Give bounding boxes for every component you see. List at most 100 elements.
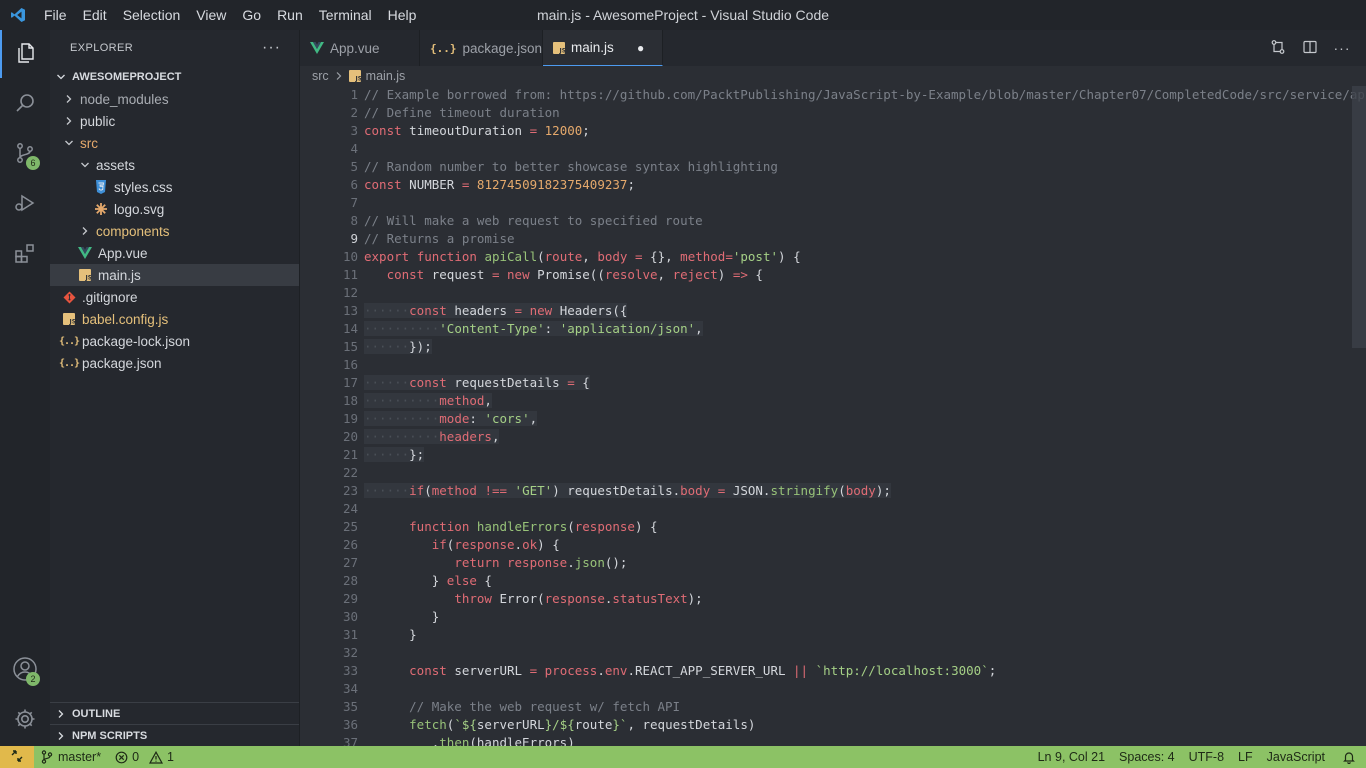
explorer-activity[interactable] xyxy=(0,30,50,78)
code-line[interactable]: } xyxy=(364,608,1364,626)
extensions-activity[interactable] xyxy=(0,230,50,278)
file-tree-item[interactable]: components xyxy=(50,220,299,242)
menu-edit[interactable]: Edit xyxy=(75,0,115,30)
vertical-scrollbar[interactable] xyxy=(1352,86,1366,348)
code-line[interactable]: ··········headers, xyxy=(364,428,1364,446)
language-mode[interactable]: JavaScript xyxy=(1260,746,1332,768)
code-line[interactable]: // Example borrowed from: https://github… xyxy=(364,86,1366,104)
code-line[interactable]: const NUMBER = 81274509182375409237; xyxy=(364,176,1364,194)
menu-run[interactable]: Run xyxy=(269,0,311,30)
code-line[interactable]: if(response.ok) { xyxy=(364,536,1364,554)
search-activity[interactable] xyxy=(0,80,50,128)
explorer-header: EXPLORER ··· xyxy=(50,30,299,66)
file-tree-item[interactable]: assets xyxy=(50,154,299,176)
code-line[interactable] xyxy=(364,500,1364,518)
file-tree-item[interactable]: src xyxy=(50,132,299,154)
open-changes-button[interactable] xyxy=(1262,30,1294,66)
more-actions-button[interactable]: ··· xyxy=(1326,30,1358,66)
code-line[interactable]: ······}); xyxy=(364,338,1364,356)
file-tree-item[interactable]: JS babel.config.js xyxy=(50,308,299,330)
code-token: 'application/json' xyxy=(559,321,696,336)
npm-scripts-section[interactable]: NPM SCRIPTS xyxy=(50,724,299,746)
code-line[interactable]: .then(handleErrors) xyxy=(364,734,1364,746)
code-token: ) { xyxy=(778,249,801,264)
code-line[interactable]: const timeoutDuration = 12000; xyxy=(364,122,1364,140)
menu-view[interactable]: View xyxy=(188,0,234,30)
extensions-icon xyxy=(13,241,37,268)
code-line[interactable]: return response.json(); xyxy=(364,554,1364,572)
encoding[interactable]: UTF-8 xyxy=(1182,746,1231,768)
file-tree-item[interactable]: JS main.js xyxy=(50,264,299,286)
menu-terminal[interactable]: Terminal xyxy=(311,0,380,30)
svg-text:JS: JS xyxy=(69,319,76,326)
code-line[interactable] xyxy=(364,644,1364,662)
code-token: , requestDetails) xyxy=(627,717,756,732)
code-line[interactable]: throw Error(response.statusText); xyxy=(364,590,1364,608)
file-tree-item[interactable]: node_modules xyxy=(50,88,299,110)
code-line[interactable]: ··········mode: 'cors', xyxy=(364,410,1364,428)
menu-selection[interactable]: Selection xyxy=(115,0,189,30)
problems-status[interactable]: 0 1 xyxy=(108,746,181,768)
branch-status[interactable]: master* xyxy=(34,746,108,768)
code-token: body xyxy=(680,483,711,498)
source-control-activity[interactable]: 6 xyxy=(0,130,50,178)
code-line[interactable] xyxy=(364,680,1364,698)
code-line[interactable]: ··········method, xyxy=(364,392,1364,410)
menu-file[interactable]: File xyxy=(36,0,75,30)
file-tree-item[interactable]: public xyxy=(50,110,299,132)
menu-help[interactable]: Help xyxy=(380,0,425,30)
code-line[interactable]: ······const headers = new Headers({ xyxy=(364,302,1364,320)
unsaved-dot-icon[interactable]: ● xyxy=(637,41,644,55)
split-editor-button[interactable] xyxy=(1294,30,1326,66)
code-line[interactable]: // Define timeout duration xyxy=(364,104,1364,122)
manage-activity[interactable] xyxy=(0,696,50,744)
code-line[interactable]: ··········'Content-Type': 'application/j… xyxy=(364,320,1364,338)
code-line[interactable]: ······if(method !== 'GET') requestDetail… xyxy=(364,482,1364,500)
file-tree-item[interactable]: {..} package-lock.json xyxy=(50,330,299,352)
code-editor[interactable]: 1 2 3 4 5 6 7 8 9 10 11 12 13 14 15 16 17 18 19 20 21 22 23 24 2… xyxy=(300,86,1366,746)
code-line[interactable]: } else { xyxy=(364,572,1364,590)
project-folder-header[interactable]: AWESOMEPROJECT xyxy=(50,66,299,88)
accounts-activity[interactable]: 2 xyxy=(0,646,50,694)
code-line[interactable] xyxy=(364,356,1364,374)
end-of-line[interactable]: LF xyxy=(1231,746,1260,768)
tab-package-json[interactable]: {..} package.json xyxy=(420,30,543,66)
code-token: process xyxy=(544,663,598,678)
code-line[interactable] xyxy=(364,194,1364,212)
file-tree-item[interactable]: styles.css xyxy=(50,176,299,198)
file-tree-item[interactable]: logo.svg xyxy=(50,198,299,220)
code-line[interactable]: ······}; xyxy=(364,446,1364,464)
file-tree-item[interactable]: App.vue xyxy=(50,242,299,264)
code-line[interactable]: fetch(`${serverURL}/${route}`, requestDe… xyxy=(364,716,1364,734)
code-line[interactable]: // Will make a web request to specified … xyxy=(364,212,1364,230)
cursor-position[interactable]: Ln 9, Col 21 xyxy=(1031,746,1112,768)
code-token: if xyxy=(431,537,447,552)
explorer-sidebar: EXPLORER ··· AWESOMEPROJECT node_modules… xyxy=(50,30,300,746)
code-line[interactable]: // Make the web request w/ fetch API xyxy=(364,698,1364,716)
breadcrumb-folder[interactable]: src xyxy=(312,69,329,83)
file-tree-item[interactable]: {..} package.json xyxy=(50,352,299,374)
breadcrumb-file[interactable]: main.js xyxy=(366,69,406,83)
tab-app-vue[interactable]: App.vue xyxy=(300,30,420,66)
tab-main-js[interactable]: JS main.js ● xyxy=(543,30,663,66)
code-line[interactable]: const serverURL = process.env.REACT_APP_… xyxy=(364,662,1364,680)
code-area[interactable]: // Example borrowed from: https://github… xyxy=(364,86,1366,746)
code-line[interactable]: function handleErrors(response) { xyxy=(364,518,1364,536)
more-actions-icon[interactable]: ··· xyxy=(262,39,281,57)
file-tree-item[interactable]: .gitignore xyxy=(50,286,299,308)
code-line[interactable] xyxy=(364,284,1364,302)
code-line[interactable] xyxy=(364,464,1364,482)
code-line[interactable]: } xyxy=(364,626,1364,644)
remote-button[interactable] xyxy=(0,746,34,768)
indentation[interactable]: Spaces: 4 xyxy=(1112,746,1182,768)
code-line[interactable]: // Random number to better showcase synt… xyxy=(364,158,1364,176)
code-line[interactable]: export function apiCall(route, body = {}… xyxy=(364,248,1364,266)
outline-section[interactable]: OUTLINE xyxy=(50,702,299,724)
code-line[interactable]: ······const requestDetails = { xyxy=(364,374,1364,392)
run-debug-activity[interactable] xyxy=(0,180,50,228)
code-line[interactable]: // Returns a promise xyxy=(364,230,1364,248)
code-line[interactable]: const request = new Promise((resolve, re… xyxy=(364,266,1364,284)
code-line[interactable] xyxy=(364,140,1364,158)
notifications-button[interactable] xyxy=(1332,746,1366,768)
menu-go[interactable]: Go xyxy=(234,0,269,30)
